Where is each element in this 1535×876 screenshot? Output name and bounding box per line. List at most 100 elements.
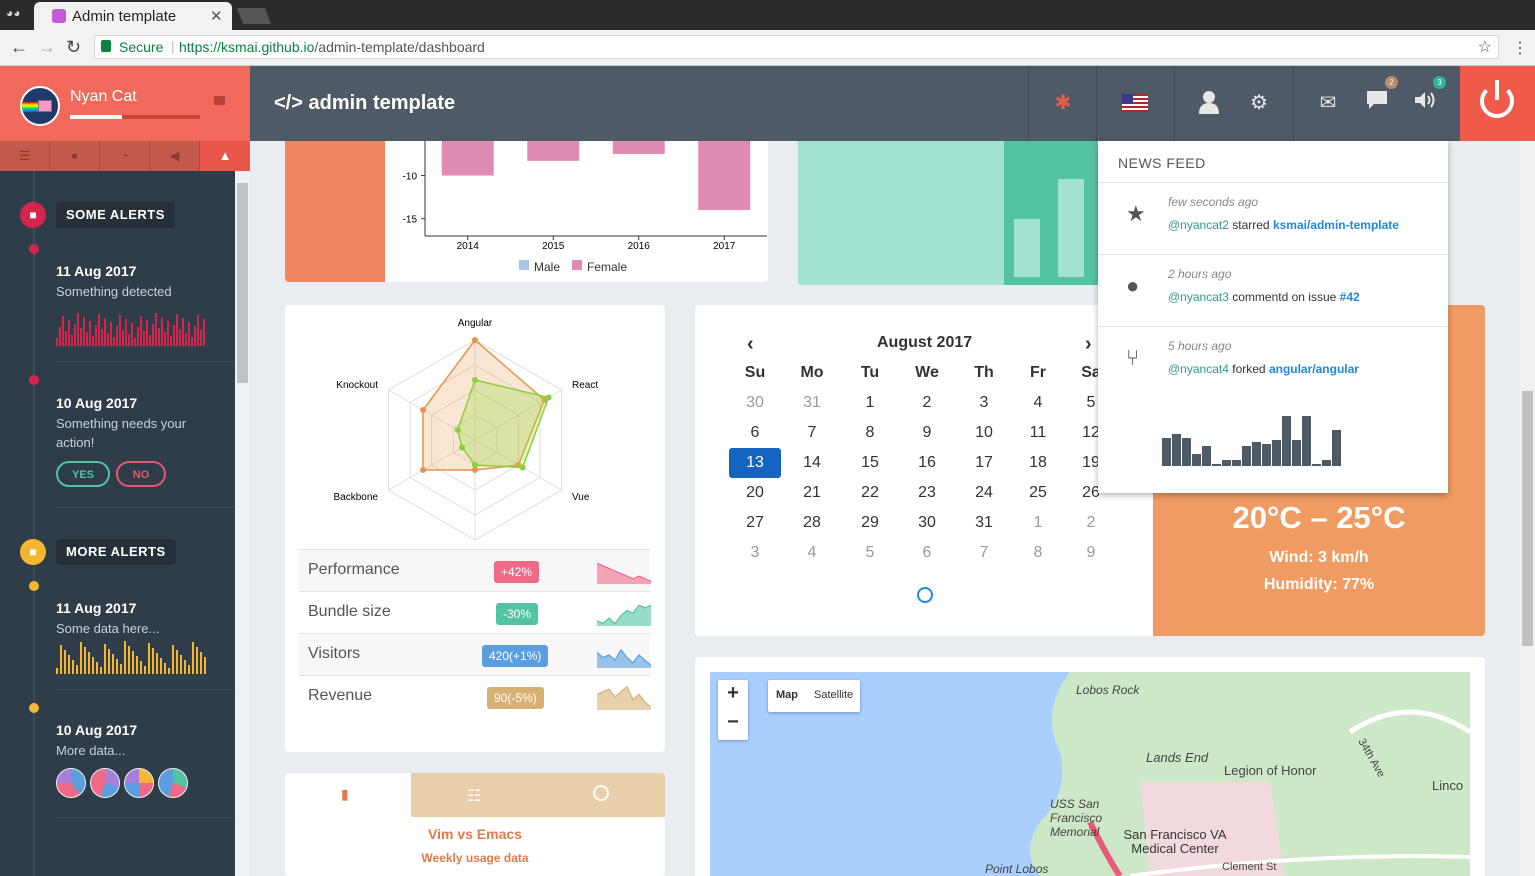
news-feed-item[interactable]: ● 2 hours ago @nyancat3 commentd on issue … <box>1098 254 1448 326</box>
next-month-button[interactable]: › <box>1085 333 1092 356</box>
tab-chart[interactable]: ▮ <box>285 773 411 817</box>
code-icon: </> <box>274 92 303 114</box>
calendar-day[interactable]: 3 <box>727 538 783 568</box>
back-icon[interactable]: ← <box>10 37 28 58</box>
asterisk-icon[interactable]: ✱ <box>1050 90 1076 116</box>
map-type-satellite[interactable]: Satellite <box>814 689 853 701</box>
calendar-day[interactable]: 7 <box>784 418 840 448</box>
calendar-day[interactable]: 15 <box>842 448 898 478</box>
chat-icon[interactable]: ● <box>50 141 100 171</box>
calendar-day[interactable]: 13 <box>729 448 781 478</box>
mail-icon[interactable]: ✉ <box>1315 90 1341 116</box>
speaker-icon[interactable] <box>1412 90 1438 116</box>
browser-tab[interactable]: Admin template ✕ <box>34 2 232 30</box>
calendar-day[interactable]: 30 <box>899 508 955 538</box>
gear-icon[interactable]: ⚙ <box>1246 90 1272 116</box>
list-icon[interactable]: ☰ <box>0 141 50 171</box>
bar-panel <box>1004 141 1098 285</box>
megaphone-icon[interactable]: ◀ <box>150 141 200 171</box>
power-button[interactable] <box>1460 66 1535 141</box>
us-flag-icon[interactable] <box>1122 90 1148 116</box>
calendar-day[interactable]: 22 <box>842 478 898 508</box>
calendar-day[interactable]: 8 <box>842 418 898 448</box>
news-target-link[interactable]: #42 <box>1340 290 1360 304</box>
forward-icon[interactable]: → <box>38 37 56 58</box>
radar-point <box>420 467 427 473</box>
calendar-day[interactable]: 10 <box>956 418 1012 448</box>
sidebar-scrollbar[interactable] <box>235 171 250 876</box>
calendar-day[interactable]: 6 <box>727 418 783 448</box>
calendar-day[interactable]: 24 <box>956 478 1012 508</box>
brand-title[interactable]: </> admin template <box>274 92 455 115</box>
news-feed-item[interactable]: ⑂ 5 hours ago @nyancat4 forked angular/ang… <box>1098 326 1448 398</box>
browser-menu-icon[interactable]: ⋮ <box>1512 38 1528 58</box>
news-feed-item[interactable]: ★ few seconds ago @nyancat2 starred ksmai/… <box>1098 182 1448 254</box>
page-scrollbar[interactable] <box>1520 141 1535 876</box>
calendar-day[interactable]: 3 <box>956 388 1012 418</box>
calendar-day[interactable]: 16 <box>899 448 955 478</box>
url-field[interactable]: Secure | https://ksmai.github.io/admin-t… <box>94 35 1499 59</box>
gender-bar-chart: -10 -15 2014 2015 2016 2017 Male Female <box>385 141 768 282</box>
x-tick-label: 2014 <box>457 241 480 252</box>
calendar-day[interactable]: 11 <box>1010 418 1066 448</box>
no-button[interactable]: NO <box>116 461 166 487</box>
calendar-day[interactable]: 29 <box>842 508 898 538</box>
chat-icon[interactable] <box>1364 90 1390 116</box>
calendar-day[interactable]: 31 <box>784 388 840 418</box>
calendar-day[interactable]: 2 <box>899 388 955 418</box>
calendar-day[interactable]: 7 <box>956 538 1012 568</box>
calendar-day[interactable]: 20 <box>727 478 783 508</box>
calendar-day[interactable]: 4 <box>784 538 840 568</box>
avatar[interactable] <box>20 86 60 126</box>
calendar-day[interactable]: 23 <box>899 478 955 508</box>
calendar-day[interactable]: 1 <box>842 388 898 418</box>
calendar-day[interactable]: 5 <box>842 538 898 568</box>
brand-text: admin template <box>308 92 456 114</box>
calendar-day[interactable]: 30 <box>727 388 783 418</box>
spark-bar <box>149 335 151 346</box>
calendar-day[interactable]: 8 <box>1010 538 1066 568</box>
zoom-in-button[interactable]: + <box>718 682 748 705</box>
prev-month-button[interactable]: ‹ <box>747 333 754 356</box>
calendar-day[interactable]: 14 <box>784 448 840 478</box>
user-icon[interactable] <box>1196 90 1222 116</box>
calendar-day[interactable]: 6 <box>899 538 955 568</box>
calendar-day[interactable]: 21 <box>784 478 840 508</box>
tab-close-icon[interactable]: ✕ <box>210 7 223 25</box>
calendar-day[interactable]: 9 <box>899 418 955 448</box>
spark-bar <box>136 656 138 674</box>
calendar-day[interactable]: 4 <box>1010 388 1066 418</box>
news-user-link[interactable]: @nyancat2 <box>1168 218 1229 232</box>
news-target-link[interactable]: angular/angular <box>1269 362 1359 376</box>
pie-chart-icon[interactable]: ◔ <box>100 141 150 171</box>
spark-bar <box>156 653 158 674</box>
new-tab-button[interactable] <box>237 8 271 24</box>
calendar-day[interactable]: 28 <box>784 508 840 538</box>
zoom-out-button[interactable]: − <box>718 711 748 734</box>
clock-icon[interactable] <box>917 587 933 603</box>
spark-bar <box>155 313 157 346</box>
tab-history[interactable] <box>593 785 609 801</box>
lock-icon[interactable] <box>214 96 225 105</box>
calendar-day[interactable]: 18 <box>1010 448 1066 478</box>
map-view[interactable]: + − Map Satellite Lobos Rock Lands End L… <box>710 672 1470 876</box>
news-user-link[interactable]: @nyancat4 <box>1168 362 1229 376</box>
reload-icon[interactable]: ↻ <box>66 37 81 58</box>
map-type-map[interactable]: Map <box>776 689 798 701</box>
calendar-day[interactable]: 9 <box>1063 538 1119 568</box>
bookmark-star-icon[interactable]: ☆ <box>1478 37 1492 57</box>
yes-button[interactable]: YES <box>56 461 110 487</box>
calendar-day[interactable]: 2 <box>1063 508 1119 538</box>
calendar-day[interactable]: 25 <box>1010 478 1066 508</box>
bell-icon[interactable]: ▲ <box>200 141 250 171</box>
news-target-link[interactable]: ksmai/admin-template <box>1273 218 1399 232</box>
calendar-day[interactable]: 31 <box>956 508 1012 538</box>
calendar-day[interactable]: 1 <box>1010 508 1066 538</box>
calendar-day[interactable]: 17 <box>956 448 1012 478</box>
news-user-link[interactable]: @nyancat3 <box>1168 290 1229 304</box>
calendar-day[interactable]: 27 <box>727 508 783 538</box>
weather-humidity: Humidity: 77% <box>1263 576 1375 593</box>
map-label: Lands End <box>1146 750 1209 765</box>
tab-table[interactable]: ☷ <box>467 786 481 806</box>
spark-bar <box>74 324 76 346</box>
